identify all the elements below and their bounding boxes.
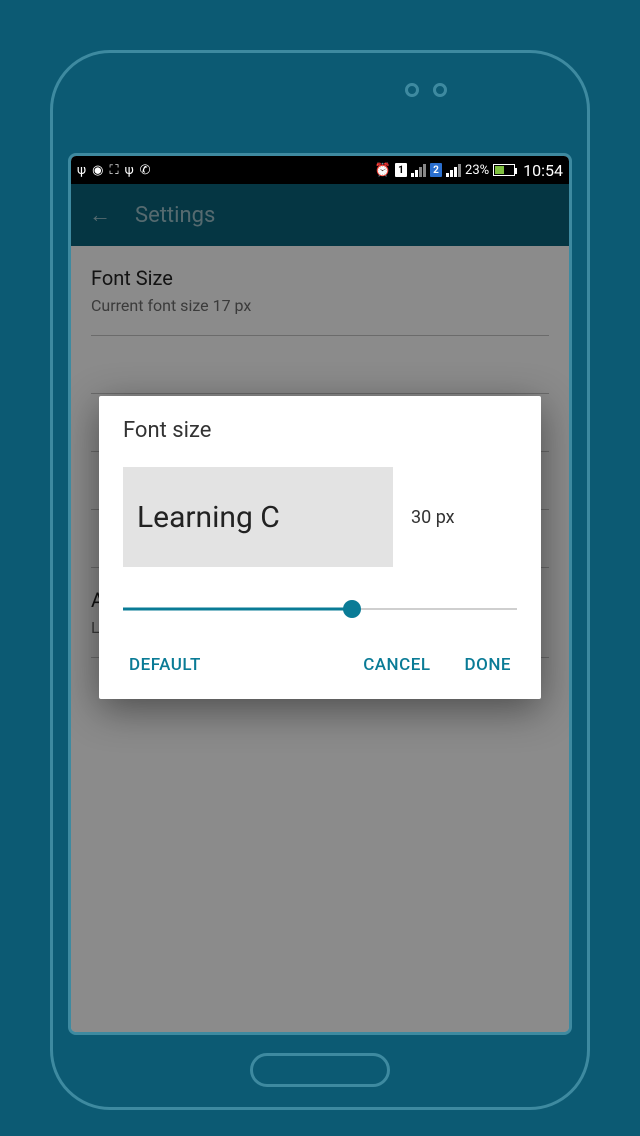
status-bar: ψ ◉ ⛶ ψ ✆ ⏰ 1 2 23% 10:54	[71, 156, 569, 184]
sync-icon: ◉	[92, 163, 103, 178]
status-right: ⏰ 1 2 23% 10:54	[375, 161, 563, 180]
screen: ψ ◉ ⛶ ψ ✆ ⏰ 1 2 23% 10:54 ← Settings	[68, 153, 572, 1035]
phone-speaker-dots	[405, 83, 447, 97]
battery-icon	[493, 164, 515, 176]
dialog-actions: DEFAULT CANCEL DONE	[123, 645, 517, 685]
font-size-dialog: Font size Learning C 30 px DEFAULT CANCE…	[99, 396, 541, 699]
usb2-icon: ψ	[125, 163, 134, 178]
status-left: ψ ◉ ⛶ ψ ✆	[77, 163, 151, 178]
phone-icon: ✆	[140, 163, 151, 178]
font-size-slider[interactable]	[123, 595, 517, 623]
clock: 10:54	[523, 161, 563, 180]
dialog-title: Font size	[123, 418, 517, 443]
done-button[interactable]: DONE	[459, 645, 517, 685]
bug-icon: ⛶	[109, 163, 118, 178]
default-button[interactable]: DEFAULT	[123, 645, 207, 685]
alarm-icon: ⏰	[375, 163, 391, 178]
usb-icon: ψ	[77, 163, 86, 178]
sim1-icon: 1	[395, 163, 407, 177]
slider-thumb[interactable]	[343, 600, 361, 618]
preview-row: Learning C 30 px	[123, 467, 517, 567]
signal1-icon	[411, 164, 426, 177]
sim2-icon: 2	[430, 163, 442, 177]
preview-box: Learning C	[123, 467, 393, 567]
slider-fill	[123, 608, 352, 611]
battery-pct: 23%	[465, 163, 489, 178]
size-value-label: 30 px	[411, 507, 455, 528]
cancel-button[interactable]: CANCEL	[357, 645, 436, 685]
home-button[interactable]	[250, 1053, 390, 1087]
signal2-icon	[446, 164, 461, 177]
phone-frame: ψ ◉ ⛶ ψ ✆ ⏰ 1 2 23% 10:54 ← Settings	[50, 50, 590, 1110]
